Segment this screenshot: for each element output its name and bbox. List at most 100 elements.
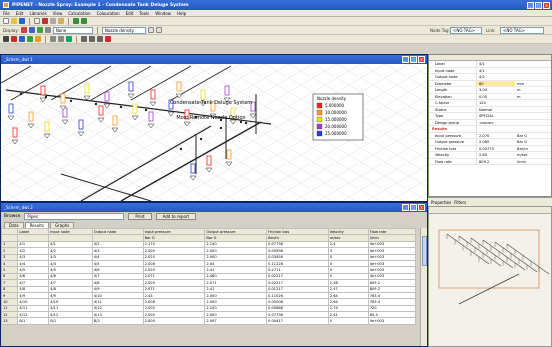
properties-tab[interactable]: Properties [431,200,451,205]
paste-icon[interactable] [58,18,64,24]
property-value[interactable]: Normal [477,107,515,113]
open-folder-icon[interactable] [11,18,17,24]
node[interactable] [144,108,148,112]
fit-icon[interactable] [44,27,51,33]
node[interactable] [179,147,183,151]
nozzle-tag[interactable] [224,85,230,96]
menu-item[interactable]: Window [155,11,171,16]
schematic-minimize-button[interactable]: _ [402,56,409,63]
property-value[interactable]: SPECIAL [477,113,515,119]
nozzle-tag[interactable] [112,115,118,126]
preview-canvas[interactable] [429,214,551,346]
colour-scale-icon[interactable] [155,27,162,33]
node[interactable] [199,137,203,141]
nozzle-tag[interactable] [150,89,156,100]
cut-icon[interactable] [42,18,48,24]
properties-tab[interactable]: Filters [454,200,466,205]
row-number[interactable]: 13 [1,317,19,325]
print-icon[interactable] [34,18,40,24]
minimize-button[interactable]: _ [527,1,534,9]
results-close-button[interactable]: × [418,204,425,211]
print-button[interactable]: Print [128,213,152,220]
property-value[interactable]: 3.00 [477,87,515,93]
pan-icon[interactable] [36,27,43,33]
nozzle-tag[interactable] [132,103,138,114]
tool-icon[interactable] [89,36,95,42]
node[interactable] [19,92,23,96]
results-grid[interactable]: Label Input node Output node Input pressure… [1,228,421,346]
node[interactable] [119,105,123,109]
new-file-icon[interactable] [3,18,9,24]
save-icon[interactable] [19,18,25,24]
property-value[interactable]: 80 [477,80,515,86]
nozzle-tag[interactable] [78,119,84,130]
nozzle-tag[interactable] [104,91,110,102]
node-tag-select[interactable]: <NO TAG> [450,27,482,34]
property-value[interactable]: 2.80 [477,152,515,158]
schematic-close-button[interactable]: × [418,56,425,63]
legend-icon[interactable] [147,27,154,33]
menu-item[interactable]: Edit [126,11,134,16]
menu-item[interactable]: Colouration [97,11,120,16]
node-tool-icon[interactable] [19,36,25,42]
nozzle-tag[interactable] [98,105,104,116]
node[interactable] [244,121,248,125]
text-tool-icon[interactable] [58,36,64,42]
property-value[interactable]: 120 [477,100,515,106]
schematic-maximize-button[interactable]: □ [410,56,417,63]
pipe-tool-icon[interactable] [11,36,17,42]
display-select[interactable]: None [52,26,93,34]
menu-item[interactable]: Libraries [29,11,46,16]
menu-item[interactable]: View [53,11,63,16]
nozzle-tag[interactable] [44,121,50,132]
menu-item[interactable]: Tools [139,11,149,16]
nozzle-tag[interactable] [226,149,232,160]
nozzle-tag[interactable] [176,81,182,92]
property-value[interactable]: 0.00 [477,94,515,100]
results-minimize-button[interactable]: _ [402,204,409,211]
nozzle-tag[interactable] [40,85,46,96]
maximize-button[interactable]: □ [535,1,542,9]
results-vertical-scrollbar[interactable] [420,228,427,346]
tool-icon[interactable] [97,36,103,42]
nozzle-tag[interactable] [148,111,154,122]
redo-icon[interactable] [81,18,87,24]
colouration-select[interactable]: Nozzle density [101,26,146,34]
copy-icon[interactable] [50,18,56,24]
node[interactable] [239,120,243,124]
nozzle-tool-icon[interactable] [27,36,33,42]
menu-item[interactable]: File [3,11,10,16]
property-value[interactable]: 4/2 [477,74,515,80]
zoom-out-icon[interactable] [28,27,35,33]
link-tag-select[interactable]: <NO TAG> [500,27,544,34]
nozzle-tag[interactable] [8,103,14,114]
node[interactable] [219,126,223,130]
browse-select[interactable]: Pipes [24,213,125,220]
property-value[interactable]: 809.2 [477,159,515,165]
nozzle-tag[interactable] [12,127,18,138]
add-to-report-button[interactable]: Add to report [155,213,197,220]
nozzle-tag[interactable] [28,111,34,122]
property-value[interactable]: 4/1 [477,68,515,74]
nozzle-tag[interactable] [206,155,212,166]
menu-item[interactable]: Help [177,11,186,16]
close-button[interactable]: × [543,1,550,9]
property-row[interactable]: Flow rate 809.2 l/min [429,158,551,165]
menu-item[interactable]: Edit [16,11,24,16]
grid-tool-icon[interactable] [50,36,56,42]
node[interactable] [69,99,73,103]
nozzle-tag[interactable] [60,93,66,104]
calculate-icon[interactable] [66,36,72,42]
delete-icon[interactable] [105,36,111,42]
results-maximize-button[interactable]: □ [410,204,417,211]
select-tool-icon[interactable] [3,36,9,42]
property-value[interactable]: 4/1 [477,61,515,67]
property-value[interactable]: 2.060 [477,139,515,145]
nozzle-tag[interactable] [190,163,196,174]
tool-icon[interactable] [81,36,87,42]
nozzle-tag[interactable] [128,81,134,92]
scroll-thumb[interactable] [422,236,427,266]
schematic-canvas[interactable]: Condensate Tank Deluge System Most Remot… [1,64,427,201]
property-value[interactable]: 0.00775 [477,146,515,152]
property-value[interactable]: <none> [477,120,515,126]
